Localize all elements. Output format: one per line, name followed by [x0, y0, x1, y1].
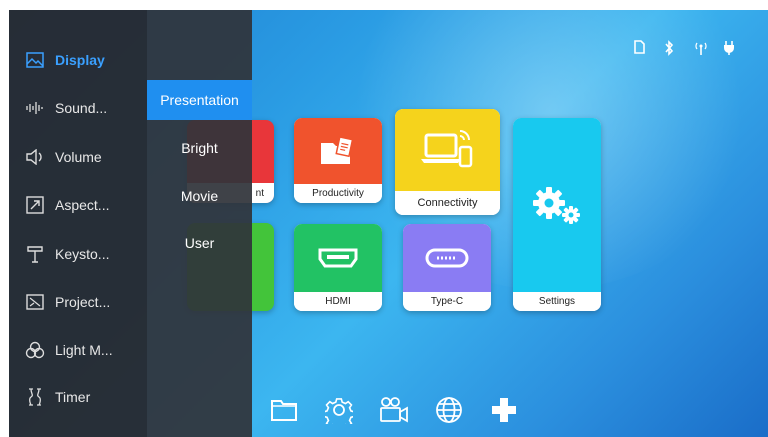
laptop-phone-icon [420, 130, 472, 168]
tile-partial-top-label: nt [255, 187, 264, 199]
typec-tile[interactable]: Type-C [403, 224, 491, 311]
speaker-icon [25, 147, 45, 167]
hourglass-icon [25, 387, 45, 407]
folder-icon [271, 400, 297, 421]
status-bar [633, 40, 737, 56]
submenu-item-movie[interactable]: Movie [147, 176, 252, 216]
globe-icon [436, 397, 462, 423]
menu-item-label: Timer [55, 389, 91, 405]
submenu-item-bright[interactable]: Bright [147, 128, 252, 168]
menu-item-label: Volume [55, 149, 102, 165]
submenu-item-label: Movie [180, 188, 219, 204]
file-manager-button[interactable] [267, 393, 301, 427]
sd-card-icon [633, 40, 647, 56]
menu-item-label: Aspect... [55, 197, 110, 213]
submenu-item-label: User [184, 235, 215, 251]
typec-label: Type-C [403, 292, 491, 311]
menu-item-aspect[interactable]: Aspect... [9, 185, 147, 225]
camera-icon [380, 397, 408, 423]
hdmi-port-icon [318, 248, 358, 268]
settings-label: Settings [513, 292, 601, 311]
add-app-button[interactable] [487, 393, 521, 427]
settings-menu: Display Sound... Volume Aspect... Keysto… [9, 10, 147, 437]
settings-button[interactable] [322, 393, 356, 427]
menu-item-timer[interactable]: Timer [9, 377, 147, 417]
menu-item-label: Keysto... [55, 246, 110, 262]
menu-item-keystone[interactable]: Keysto... [9, 234, 147, 274]
menu-item-sound[interactable]: Sound... [9, 88, 147, 128]
productivity-label: Productivity [294, 184, 382, 203]
launcher-screen: nt Productivity Connectivity Settings HD… [9, 10, 768, 437]
browser-button[interactable] [432, 393, 466, 427]
keystone-icon [25, 244, 45, 264]
gear-icon [325, 398, 353, 424]
picture-mode-submenu: Presentation Bright Movie User [147, 10, 252, 437]
productivity-tile[interactable]: Productivity [294, 118, 382, 203]
usb-c-port-icon [425, 248, 469, 268]
menu-item-volume[interactable]: Volume [9, 137, 147, 177]
gears-icon [533, 187, 580, 224]
submenu-item-user[interactable]: User [147, 223, 252, 263]
menu-item-light-mode[interactable]: Light M... [9, 330, 147, 370]
menu-item-label: Project... [55, 294, 111, 310]
aspect-icon [25, 195, 45, 215]
menu-item-label: Sound... [55, 100, 108, 116]
settings-tile[interactable]: Settings [513, 118, 601, 311]
hdmi-tile[interactable]: HDMI [294, 224, 382, 311]
folder-documents-icon [321, 136, 354, 164]
submenu-item-label: Bright [181, 140, 218, 156]
submenu-item-label: Presentation [160, 92, 239, 108]
connectivity-tile[interactable]: Connectivity [395, 109, 500, 215]
power-plug-icon [723, 40, 737, 56]
menu-item-projection[interactable]: Project... [9, 282, 147, 322]
plus-icon [492, 398, 516, 422]
submenu-item-presentation[interactable]: Presentation [147, 80, 252, 120]
menu-item-label: Light M... [55, 342, 113, 358]
display-icon [25, 50, 45, 70]
projection-icon [25, 292, 45, 312]
wifi-antenna-icon [693, 40, 707, 56]
bluetooth-icon [663, 40, 677, 56]
menu-item-display[interactable]: Display [9, 40, 147, 80]
light-mode-icon [25, 340, 45, 360]
menu-item-label: Display [55, 52, 105, 68]
camera-button[interactable] [377, 393, 411, 427]
hdmi-label: HDMI [294, 292, 382, 311]
connectivity-label: Connectivity [395, 191, 500, 215]
sound-wave-icon [25, 98, 45, 118]
